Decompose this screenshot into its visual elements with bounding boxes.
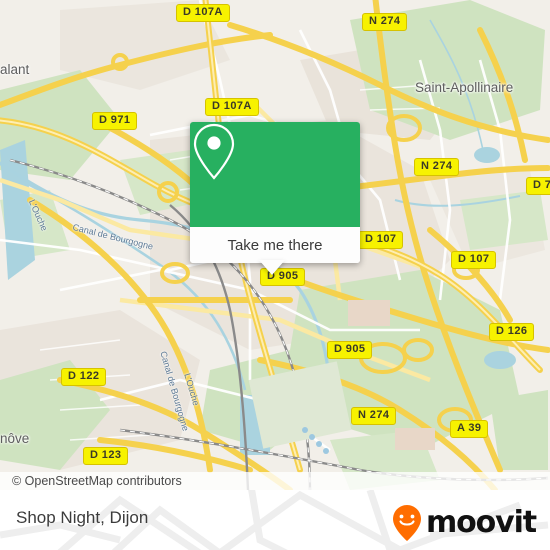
place-label: alant	[0, 62, 30, 77]
take-me-there-button[interactable]: Take me there	[190, 227, 360, 263]
location-callout-card[interactable]: Take me there	[190, 122, 360, 263]
road-shield: D 126	[489, 323, 535, 341]
road-shield: D 123	[83, 447, 129, 465]
road-shield: N 274	[414, 158, 460, 176]
osm-attribution-text: © OpenStreetMap contributors	[12, 474, 182, 488]
road-shield: D 107	[451, 251, 497, 269]
osm-attribution[interactable]: © OpenStreetMap contributors	[0, 472, 550, 490]
road-shield: D 905	[327, 341, 373, 359]
page-footer: Shop Night, Dijon moovit	[0, 490, 550, 550]
road-shield: D 107	[358, 231, 404, 249]
moovit-wordmark: moovit	[425, 505, 537, 540]
moovit-pin-icon	[392, 505, 421, 541]
road-shield: D 7	[526, 177, 550, 195]
road-shield: N 274	[351, 407, 397, 425]
road-shield: D 122	[61, 368, 107, 386]
moovit-logo[interactable]: moovit	[392, 504, 537, 542]
moovit-map-page: D 107A N 274 D 107A D 971 N 274 D 7 D 107 D 107…	[0, 0, 550, 550]
map-pin-icon	[193, 123, 235, 180]
place-label: Saint-Apollinaire	[415, 80, 514, 95]
page-title: Shop Night, Dijon	[16, 508, 149, 527]
road-shield: N 274	[362, 13, 408, 31]
road-shield: D 107A	[205, 98, 259, 116]
place-label: nôve	[0, 431, 30, 446]
road-shield: A 39	[450, 420, 489, 438]
card-icon-area	[190, 122, 360, 227]
road-shield: D 971	[92, 112, 138, 130]
callout-pointer	[259, 260, 285, 275]
map-canvas[interactable]: D 107A N 274 D 107A D 971 N 274 D 7 D 107 D 107…	[0, 0, 550, 490]
road-shield: D 107A	[176, 4, 230, 22]
